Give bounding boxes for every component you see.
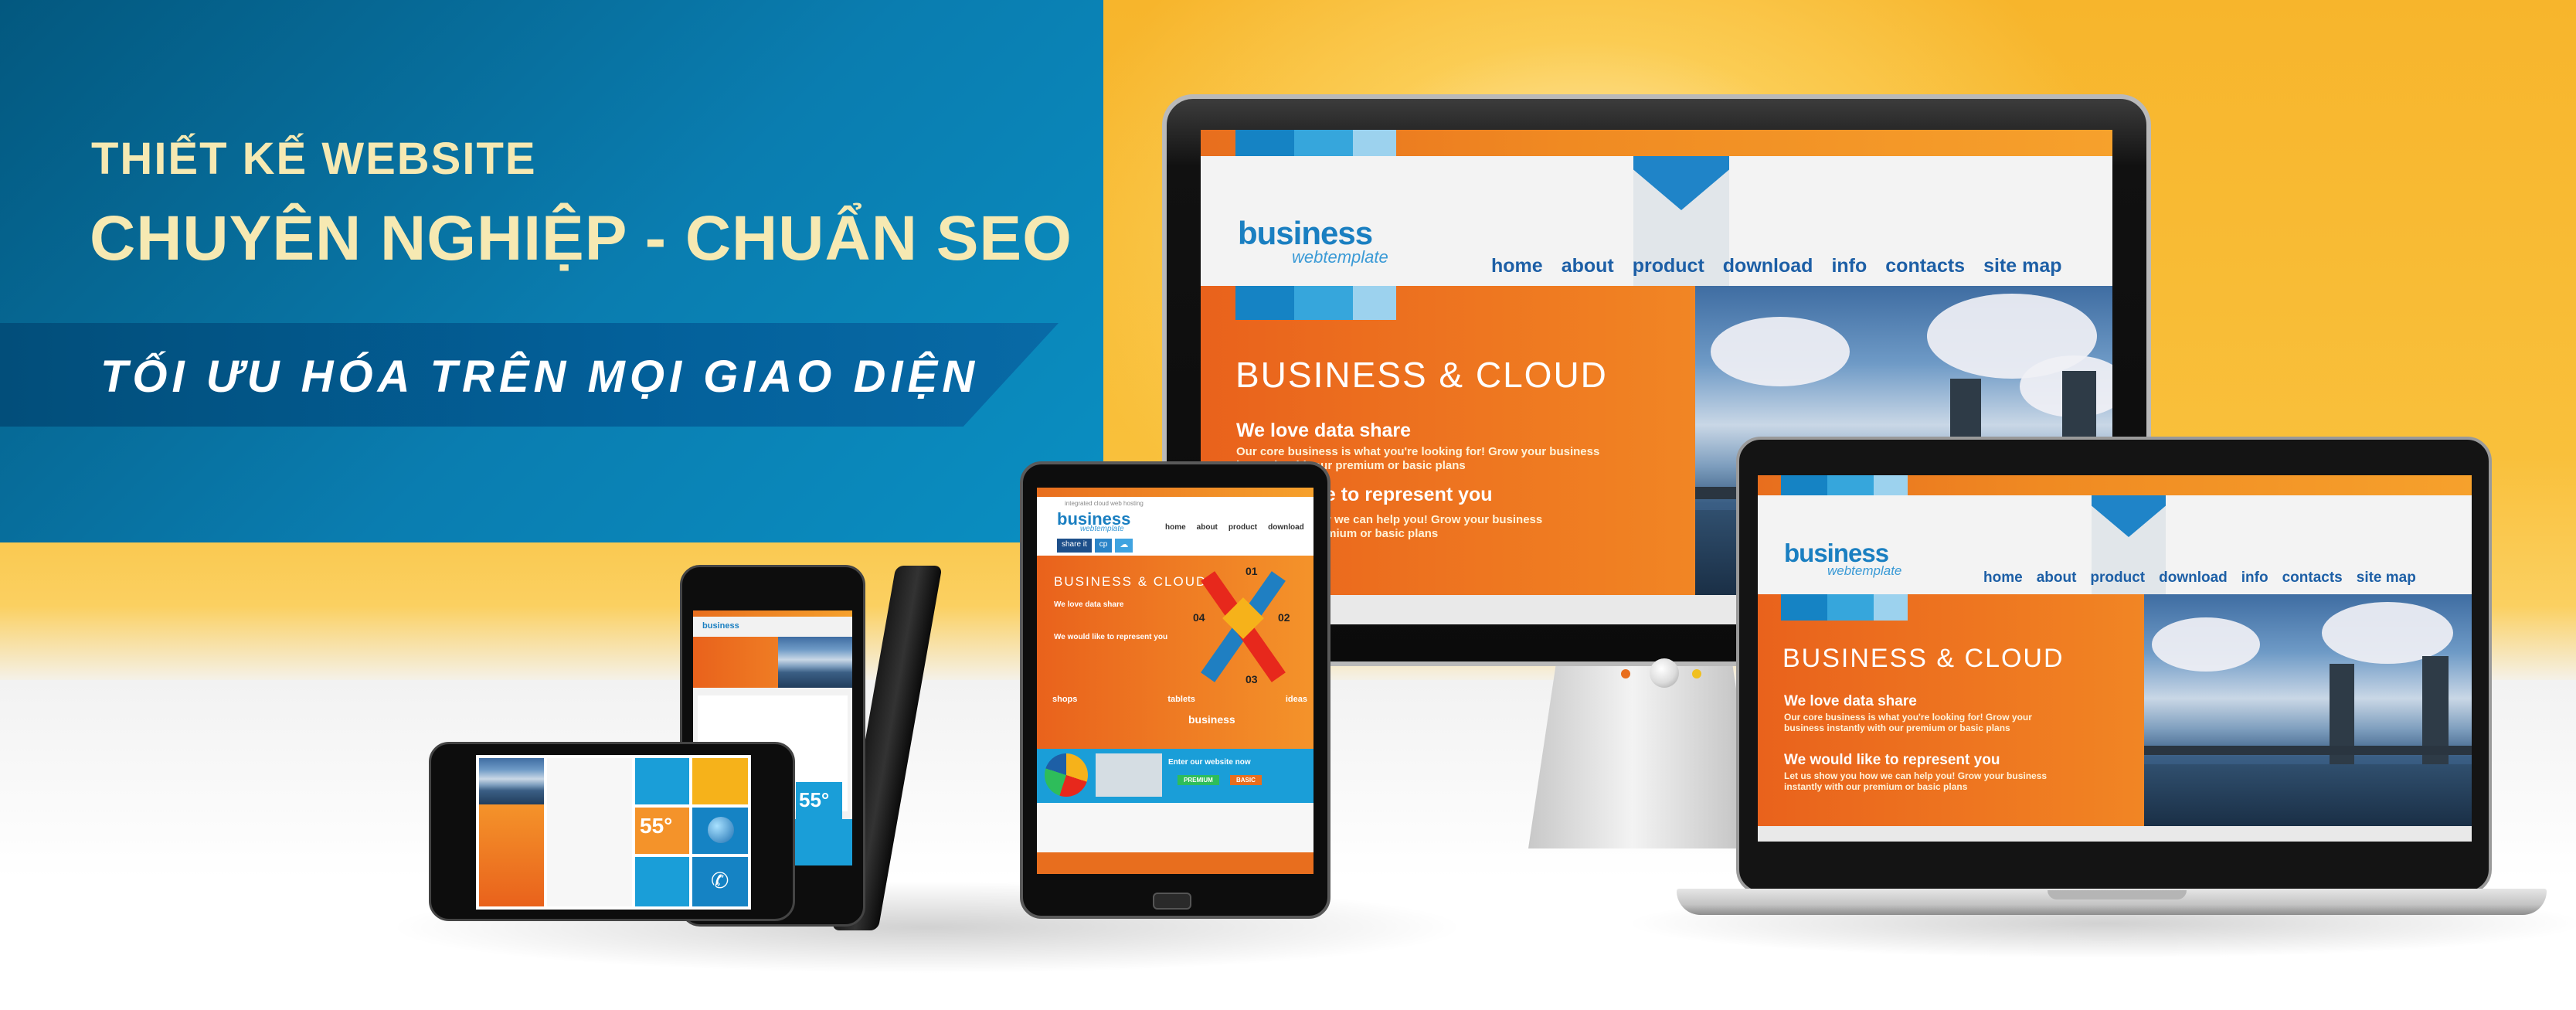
headline-line-2: CHUYÊN NGHIỆP - CHUẨN SEO (90, 203, 1072, 274)
section-heading: We love data share (1236, 420, 1412, 441)
nav-site-map[interactable]: site map (1983, 255, 2061, 277)
hero-title: BUSINESS & CLOUD (1782, 644, 2065, 673)
temperature-readout-2: 55° (799, 788, 830, 811)
top-nav: home about product download info contact… (1491, 255, 2062, 277)
section-heading-2: ike to represent you (1309, 484, 1493, 505)
tablet-hero-title: BUSINESS & CLOUD (1054, 574, 1208, 589)
globe-tile (692, 808, 748, 854)
weather-tile-2: 55° (796, 782, 842, 825)
nav-product[interactable]: product (2090, 570, 2145, 587)
tablet-nav-about[interactable]: about (1197, 523, 1218, 532)
tablet-screen: integrated cloud web hosting business we… (1037, 488, 1313, 874)
logo-subtitle: webtemplate (1292, 247, 1388, 267)
section-text-2: Let us show you how we can help you! Gro… (1784, 770, 2048, 793)
section-text: Our core business is what you're looking… (1784, 712, 2032, 734)
top-nav: home about product download info contact… (1983, 570, 2416, 587)
laptop-screen: business webtemplate home about product … (1758, 475, 2472, 842)
share-button[interactable]: share it (1057, 539, 1092, 553)
basic-button[interactable]: BASIC (1230, 775, 1262, 785)
nav-product[interactable]: product (1633, 255, 1704, 277)
section-text-2: ow we can help you! Grow your business r… (1315, 513, 1543, 540)
premium-button[interactable]: PREMIUM (1178, 775, 1219, 785)
phone-landscape-screen: 55° ✆ (476, 755, 751, 910)
infographic-num-1: 01 (1246, 565, 1258, 577)
tower-bridge-photo (2144, 594, 2472, 826)
tablet-nav-product[interactable]: product (1229, 523, 1257, 532)
infographic-x: 01 02 03 04 (1188, 565, 1296, 689)
nav-site-map[interactable]: site map (2357, 570, 2416, 587)
feature-shops: shops (1052, 695, 1078, 704)
section-heading: We love data share (1784, 693, 1917, 709)
laptop: business webtemplate home about product … (1736, 437, 2492, 894)
hero-title: BUSINESS & CLOUD (1235, 355, 1608, 395)
feature-ideas: ideas (1285, 695, 1307, 704)
phone-tile: ✆ (692, 857, 748, 906)
section-heading-2: We would like to represent you (1784, 752, 2000, 768)
tablet-tagline: integrated cloud web hosting (1065, 500, 1144, 507)
tablet-nav-home[interactable]: home (1165, 523, 1186, 532)
promo-heading: Enter our website now (1168, 758, 1251, 767)
logo: business (1238, 215, 1373, 251)
infographic-num-3: 03 (1246, 673, 1258, 685)
nav-download[interactable]: download (1723, 255, 1813, 277)
smartphone-landscape: 55° ✆ (429, 742, 795, 921)
tablet: integrated cloud web hosting business we… (1020, 461, 1330, 919)
cloud-icon: ☁ (1115, 539, 1133, 553)
tablet-nav: home about product download info (1165, 523, 1313, 532)
tablet-s1: We love data share (1054, 600, 1124, 609)
nav-info[interactable]: info (1831, 255, 1867, 277)
cp-button[interactable]: cp (1094, 539, 1113, 553)
nav-info[interactable]: info (2241, 570, 2268, 587)
pie-chart-icon (1045, 753, 1088, 797)
gears-icon (1096, 753, 1162, 797)
tagline-text: TỐI ƯU HÓA TRÊN MỌI GIAO DIỆN (100, 352, 980, 402)
nav-download[interactable]: download (2159, 570, 2228, 587)
weather-tile: 55° (635, 808, 689, 854)
laptop-notch (2048, 890, 2187, 899)
logo-subtitle: webtemplate (1827, 563, 1902, 578)
infographic-num-2: 02 (1278, 611, 1290, 624)
tablet-logo-subtitle: webtemplate (1080, 525, 1124, 533)
monitor-stand (1528, 663, 1760, 848)
tablet-nav-download[interactable]: download (1268, 523, 1304, 532)
phone-icon: ✆ (711, 869, 729, 893)
tablet-home-button (1153, 893, 1191, 910)
nav-about[interactable]: about (1562, 255, 1614, 277)
phone-logo: business (702, 621, 739, 631)
globe-icon (708, 817, 734, 843)
infographic-num-4: 04 (1193, 611, 1205, 624)
tablet-logo-bottom: business (1188, 713, 1235, 726)
feature-tablets: tablets (1167, 695, 1195, 704)
nav-contacts[interactable]: contacts (1885, 255, 1965, 277)
temperature-readout: 55° (640, 814, 673, 838)
nav-about[interactable]: about (2037, 570, 2077, 587)
headline-line-1: THIẾT KẾ WEBSITE (91, 134, 537, 184)
nav-home[interactable]: home (1983, 570, 2023, 587)
nav-home[interactable]: home (1491, 255, 1543, 277)
tablet-s2: We would like to represent you (1054, 633, 1168, 641)
nav-contacts[interactable]: contacts (2282, 570, 2343, 587)
power-button (1650, 658, 1679, 688)
